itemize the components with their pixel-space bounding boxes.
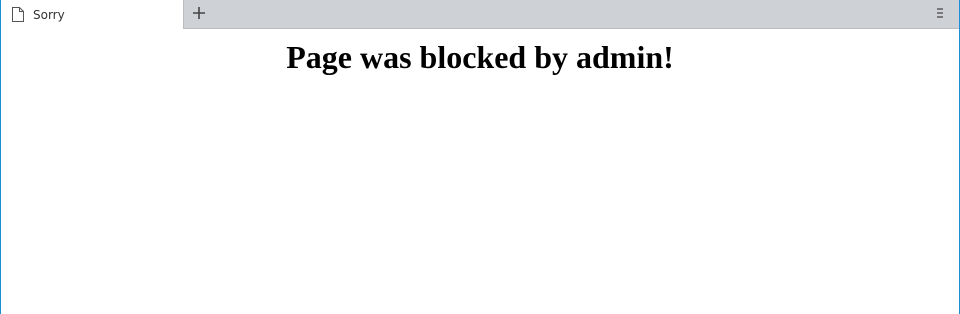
- menu-button[interactable]: [933, 8, 947, 22]
- menu-icon: [935, 6, 945, 24]
- tab-bar: Sorry: [1, 0, 959, 29]
- page-heading: Page was blocked by admin!: [286, 39, 674, 75]
- page-icon: [12, 7, 24, 22]
- new-tab-button[interactable]: [190, 6, 208, 24]
- tab-sorry[interactable]: Sorry: [1, 0, 184, 29]
- plus-icon: [192, 6, 206, 25]
- page-content: Page was blocked by admin!: [1, 30, 959, 314]
- browser-window: Sorry Page was blocked by admin!: [0, 0, 960, 314]
- tab-title: Sorry: [33, 7, 65, 22]
